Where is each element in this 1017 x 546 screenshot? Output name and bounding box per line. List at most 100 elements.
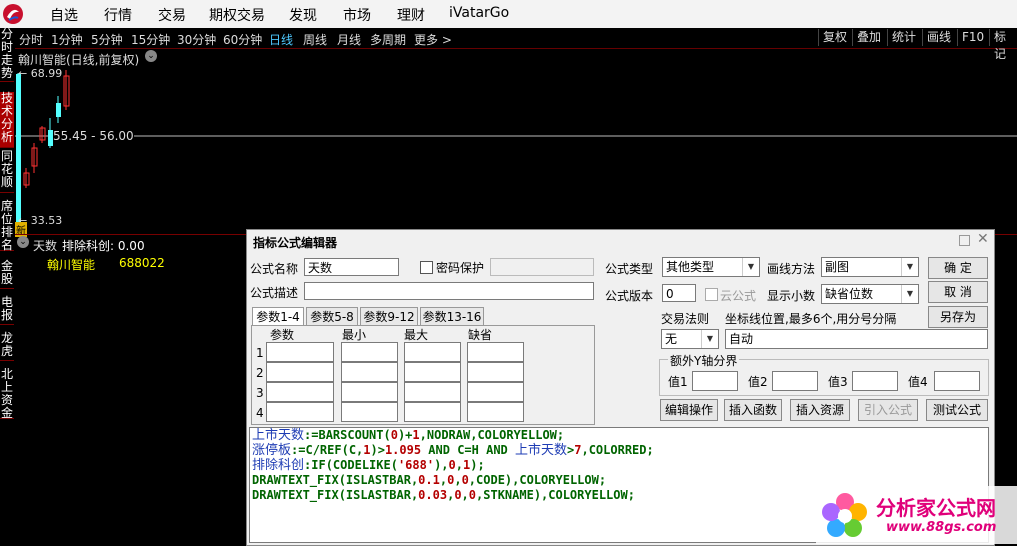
- mark-button[interactable]: 标记: [989, 29, 1017, 61]
- period-15min[interactable]: 15分钟: [131, 31, 170, 48]
- menu-hangqing[interactable]: 行情: [104, 5, 132, 25]
- param-cell[interactable]: [341, 402, 398, 422]
- stats-button[interactable]: 统计: [887, 29, 920, 46]
- menu-shichang[interactable]: 市场: [343, 5, 371, 25]
- maximize-icon[interactable]: [959, 235, 970, 246]
- kline-chart[interactable]: 翰川智能(日线,前复权) ⌄ ← 68.99 55.45 - 56.00 ← 3…: [15, 48, 1017, 237]
- code-token: :=C/REF(C,: [291, 443, 364, 457]
- param-cell[interactable]: [266, 342, 334, 362]
- trade-rule-select[interactable]: 无 ▼: [661, 329, 719, 349]
- tab-params-5-8[interactable]: 参数5-8: [306, 307, 358, 326]
- period-30min[interactable]: 30分钟: [177, 31, 216, 48]
- param-cell[interactable]: [404, 362, 461, 382]
- period-multi[interactable]: 多周期: [370, 31, 406, 48]
- period-weekly[interactable]: 周线: [303, 31, 327, 48]
- value-1-input[interactable]: [692, 371, 738, 391]
- period-5min[interactable]: 5分钟: [91, 31, 123, 48]
- period-fenshi[interactable]: 分时: [19, 31, 43, 48]
- sidebar-tab-fenshi[interactable]: 分时走势: [0, 28, 14, 82]
- menu-faxian[interactable]: 发现: [289, 5, 317, 25]
- sidebar-tab-tonghuashun[interactable]: 同花顺: [0, 150, 14, 193]
- menu-jiaoyi[interactable]: 交易: [158, 5, 186, 25]
- sidebar-tab-telegram[interactable]: 电报: [0, 296, 14, 325]
- menu-ivatargo[interactable]: iVatarGo: [449, 5, 509, 21]
- menu-options-trade[interactable]: 期权交易: [209, 5, 265, 25]
- tab-params-1-4[interactable]: 参数1-4: [252, 307, 304, 327]
- param-cell[interactable]: [467, 342, 524, 362]
- candle-6-body: [56, 103, 61, 117]
- candlestick-plot: [15, 70, 1017, 233]
- code-token: 0: [390, 428, 398, 442]
- draw-line-button[interactable]: 画线: [922, 29, 955, 46]
- param-cell[interactable]: [467, 402, 524, 422]
- extra-y-axis-group: 额外Y轴分界 值1 值2 值3 值4: [659, 352, 989, 396]
- draw-method-label: 画线方法: [767, 262, 816, 276]
- value-4-input[interactable]: [934, 371, 980, 391]
- period-1min[interactable]: 1分钟: [51, 31, 83, 48]
- edit-ops-button[interactable]: 编辑操作: [660, 399, 718, 421]
- overlay-button[interactable]: 叠加: [852, 29, 885, 46]
- sidebar-tab-northbound[interactable]: 北上资金: [0, 368, 14, 420]
- formula-name-input[interactable]: 天数: [304, 258, 399, 276]
- code-token: 1: [412, 428, 420, 442]
- param-cell[interactable]: [341, 362, 398, 382]
- type-select[interactable]: 其他类型 ▼: [662, 257, 760, 277]
- param-cell[interactable]: [404, 342, 461, 362]
- sidebar-tab-seat-rank[interactable]: 席位排名: [0, 200, 14, 252]
- password-checkbox[interactable]: [420, 261, 433, 274]
- period-more[interactable]: 更多 >: [414, 31, 452, 48]
- code-token: 1: [363, 443, 371, 457]
- code-token: ,NODRAW,COLORYELLOW;: [419, 428, 565, 442]
- param-cell[interactable]: [467, 362, 524, 382]
- value-2-input[interactable]: [772, 371, 818, 391]
- param-cell[interactable]: [467, 382, 524, 402]
- cancel-button[interactable]: 取 消: [928, 281, 988, 303]
- menu-bar: 自选 行情 交易 期权交易 发现 市场 理财 iVatarGo: [0, 0, 1017, 29]
- sidebar-tab-gold-stock[interactable]: 金股: [0, 260, 14, 289]
- close-icon[interactable]: ✕: [977, 231, 989, 247]
- axis-position-input[interactable]: 自动: [725, 329, 988, 349]
- menu-licai[interactable]: 理财: [397, 5, 425, 25]
- value-3-label: 值3: [828, 375, 848, 389]
- stock-code: 688022: [119, 256, 165, 270]
- menu-zixuan[interactable]: 自选: [50, 5, 78, 25]
- description-input[interactable]: [304, 282, 594, 300]
- stock-name: 翰川智能: [47, 258, 96, 272]
- cloud-formula-checkbox[interactable]: [705, 288, 718, 301]
- fuquan-button[interactable]: 复权: [818, 29, 851, 46]
- decimal-select[interactable]: 缺省位数 ▼: [821, 284, 919, 304]
- type-label: 公式类型: [605, 262, 654, 276]
- password-input[interactable]: [490, 258, 594, 276]
- code-token: 排除科创: [252, 458, 305, 473]
- version-input[interactable]: 0: [662, 284, 696, 302]
- confirm-button[interactable]: 确 定: [928, 257, 988, 279]
- tab-params-13-16[interactable]: 参数13-16: [420, 307, 484, 326]
- insert-function-button[interactable]: 插入函数: [724, 399, 782, 421]
- draw-method-select[interactable]: 副图 ▼: [821, 257, 919, 277]
- code-token: )+: [397, 428, 413, 442]
- code-token: 0.1: [418, 473, 440, 487]
- sidebar-tab-technical[interactable]: 技术分析: [0, 92, 14, 148]
- param-cell[interactable]: [341, 342, 398, 362]
- tab-params-9-12[interactable]: 参数9-12: [360, 307, 418, 326]
- param-cell[interactable]: [266, 382, 334, 402]
- period-daily[interactable]: 日线: [269, 31, 293, 48]
- f10-button[interactable]: F10: [957, 29, 988, 46]
- param-cell[interactable]: [266, 402, 334, 422]
- param-cell[interactable]: [404, 402, 461, 422]
- test-formula-button[interactable]: 测试公式: [926, 399, 988, 421]
- save-as-button[interactable]: 另存为: [928, 306, 988, 328]
- code-token: :=BARSCOUNT(: [304, 428, 391, 442]
- sidebar-tab-longhu[interactable]: 龙虎: [0, 332, 14, 361]
- import-formula-button[interactable]: 引入公式: [858, 399, 918, 421]
- insert-resource-button[interactable]: 插入资源: [790, 399, 850, 421]
- param-cell[interactable]: [404, 382, 461, 402]
- param-cell[interactable]: [266, 362, 334, 382]
- period-monthly[interactable]: 月线: [337, 31, 361, 48]
- param-cell[interactable]: [341, 382, 398, 402]
- chevron-down-icon[interactable]: ⌄: [17, 236, 29, 248]
- value-3-input[interactable]: [852, 371, 898, 391]
- period-60min[interactable]: 60分钟: [223, 31, 262, 48]
- watermark-title: 分析家公式网: [876, 496, 996, 520]
- code-token: ,: [461, 488, 469, 502]
